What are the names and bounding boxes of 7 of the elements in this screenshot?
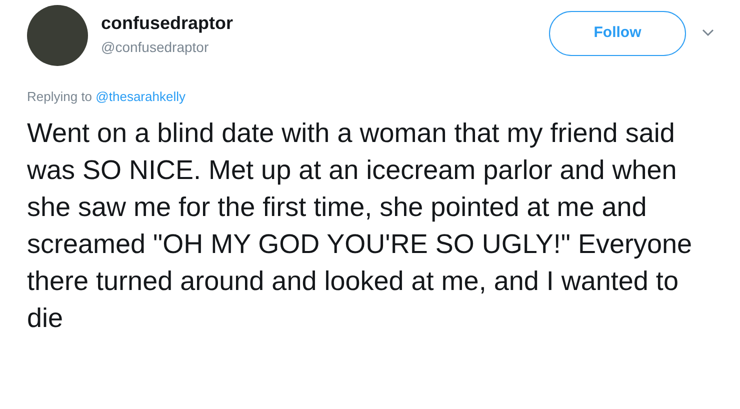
author-handle: @confusedraptor [101,38,210,57]
follow-button[interactable]: Follow [549,11,686,56]
tweet-text: Went on a blind date with a woman that my friend said was SO NICE. Met up at an icecream parlor and when she saw me for the first time, she pointed at me and screamed "OH MY GOD YOU'RE SO UGLY!" Everyone there turned around and looked at me, and I wanted to die [27,117,694,335]
mention-link[interactable]: @thesarahkelly [96,89,186,104]
replying-to-label: Replying to [27,89,92,104]
chevron-down-icon[interactable] [702,29,714,37]
author-name[interactable]: confusedraptor [101,12,234,34]
